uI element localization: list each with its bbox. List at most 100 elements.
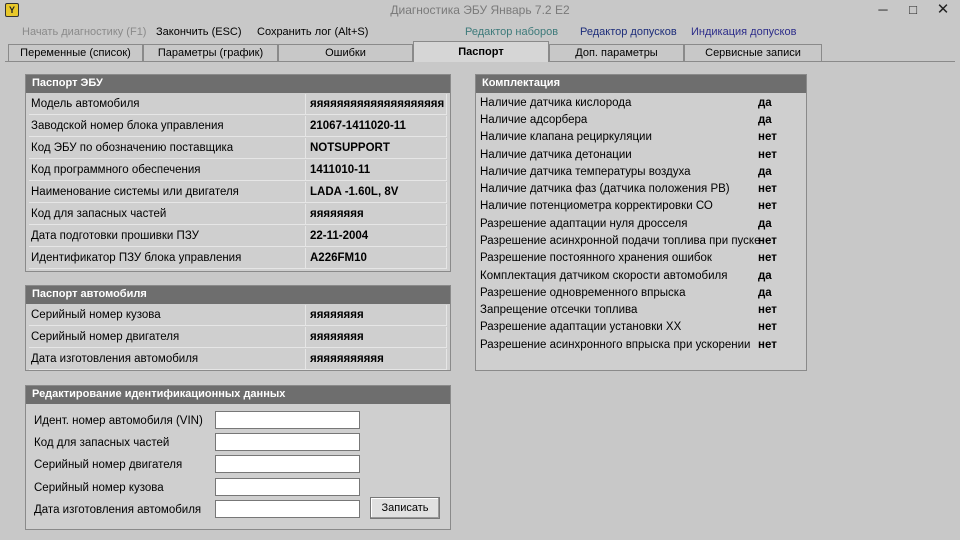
ecu-passport-panel: Паспорт ЭБУ Модель автомобиля яяяяяяяяяя… bbox=[25, 74, 451, 272]
row-label: Заводской номер блока управления bbox=[31, 120, 224, 132]
table-row: Модель автомобиля яяяяяяяяяяяяяяяяяяяя bbox=[29, 94, 447, 115]
row-value: NOTSUPPORT bbox=[310, 142, 390, 154]
field-label: Серийный номер кузова bbox=[34, 482, 164, 494]
tab-extra-parameters[interactable]: Доп. параметры bbox=[549, 44, 684, 61]
ecu-passport-header: Паспорт ЭБУ bbox=[26, 75, 450, 93]
item-label: Наличие датчика фаз (датчика положения Р… bbox=[480, 183, 730, 195]
item-label: Наличие датчика температуры воздуха bbox=[480, 166, 691, 178]
start-diagnostics-menu[interactable]: Начать диагностику (F1) bbox=[22, 26, 146, 38]
row-value: A226FM10 bbox=[310, 252, 367, 264]
item-label: Наличие клапана рециркуляции bbox=[480, 131, 652, 143]
configuration-panel: Комплектация Наличие датчика кислорода да… bbox=[475, 74, 807, 371]
table-row: Код ЭБУ по обозначению поставщика NOTSUP… bbox=[29, 138, 447, 159]
stop-menu[interactable]: Закончить (ESC) bbox=[156, 26, 242, 38]
item-value: нет bbox=[758, 339, 777, 351]
edit-ids-header: Редактирование идентификационных данных bbox=[26, 386, 450, 404]
row-label: Код ЭБУ по обозначению поставщика bbox=[31, 142, 234, 154]
field-label: Серийный номер двигателя bbox=[34, 459, 183, 471]
item-label: Запрещение отсечки топлива bbox=[480, 304, 638, 316]
row-value: яяяяяяяяяяяяяяяяяяяя bbox=[310, 98, 445, 110]
item-label: Разрешение асинхронной подачи топлива пр… bbox=[480, 235, 761, 247]
item-label: Разрешение асинхронного впрыска при уско… bbox=[480, 339, 751, 351]
table-row: Серийный номер кузова яяяяяяяя bbox=[29, 305, 447, 326]
save-log-menu[interactable]: Сохранить лог (Alt+S) bbox=[257, 26, 368, 38]
item-value: нет bbox=[758, 183, 777, 195]
window-title: Диагностика ЭБУ Январь 7.2 Е2 bbox=[390, 3, 570, 17]
vehicle-passport-header: Паспорт автомобиля bbox=[26, 286, 450, 304]
vehicle-passport-panel: Паспорт автомобиля Серийный номер кузова… bbox=[25, 285, 451, 371]
field-label: Код для запасных частей bbox=[34, 437, 170, 449]
manufacture-date-input[interactable] bbox=[215, 500, 360, 518]
row-value: 1411010-11 bbox=[310, 164, 371, 176]
tolerance-display-menu[interactable]: Индикация допусков bbox=[691, 26, 796, 38]
row-value: яяяяяяяя bbox=[310, 331, 364, 343]
row-label: Дата изготовления автомобиля bbox=[31, 353, 199, 365]
item-label: Разрешение адаптации установки XX bbox=[480, 321, 682, 333]
row-label: Код для запасных частей bbox=[31, 208, 167, 220]
item-value: нет bbox=[758, 235, 777, 247]
item-value: да bbox=[758, 287, 772, 299]
configuration-header: Комплектация bbox=[476, 75, 806, 93]
table-row: Дата подготовки прошивки ПЗУ 22-11-2004 bbox=[29, 226, 447, 247]
item-value: нет bbox=[758, 304, 777, 316]
row-label: Серийный номер кузова bbox=[31, 309, 161, 321]
tab-parameters-graph[interactable]: Параметры (график) bbox=[143, 44, 278, 61]
save-button[interactable]: Записать bbox=[370, 497, 440, 519]
table-row: Серийный номер двигателя яяяяяяяя bbox=[29, 327, 447, 348]
item-label: Наличие потенциометра корректировки СО bbox=[480, 200, 713, 212]
minimize-icon[interactable]: ─ bbox=[868, 0, 898, 20]
set-editor-menu[interactable]: Редактор наборов bbox=[465, 26, 558, 38]
title-bar: Y Диагностика ЭБУ Январь 7.2 Е2 ─ □ ✕ bbox=[0, 0, 960, 20]
item-value: нет bbox=[758, 321, 777, 333]
row-label: Наименование системы или двигателя bbox=[31, 186, 239, 198]
item-value: нет bbox=[758, 200, 777, 212]
row-label: Модель автомобиля bbox=[31, 98, 140, 110]
row-value: яяяяяяяя bbox=[310, 208, 364, 220]
item-value: да bbox=[758, 114, 772, 126]
vin-input[interactable] bbox=[215, 411, 360, 429]
field-label: Идент. номер автомобиля (VIN) bbox=[34, 415, 203, 427]
item-label: Наличие адсорбера bbox=[480, 114, 588, 126]
item-label: Разрешение адаптации нуля дросселя bbox=[480, 218, 688, 230]
tab-passport[interactable]: Паспорт bbox=[413, 41, 549, 62]
row-value: 21067-1411020-11 bbox=[310, 120, 406, 132]
edit-ids-panel: Редактирование идентификационных данных … bbox=[25, 385, 451, 530]
table-row: Код программного обеспечения 1411010-11 bbox=[29, 160, 447, 181]
engine-serial-input[interactable] bbox=[215, 455, 360, 473]
row-value: яяяяяяяя bbox=[310, 309, 364, 321]
tab-service-records[interactable]: Сервисные записи bbox=[684, 44, 822, 61]
table-row: Заводской номер блока управления 21067-1… bbox=[29, 116, 447, 137]
item-label: Разрешение постоянного хранения ошибок bbox=[480, 252, 712, 264]
row-label: Код программного обеспечения bbox=[31, 164, 201, 176]
item-label: Разрешение одновременного впрыска bbox=[480, 287, 686, 299]
maximize-icon[interactable]: □ bbox=[898, 0, 928, 20]
tab-errors[interactable]: Ошибки bbox=[278, 44, 413, 61]
row-value: 22-11-2004 bbox=[310, 230, 369, 242]
row-value: LADA -1.60L, 8V bbox=[310, 186, 399, 198]
row-label: Дата подготовки прошивки ПЗУ bbox=[31, 230, 199, 242]
table-row: Дата изготовления автомобиля яяяяяяяяяяя bbox=[29, 349, 447, 370]
item-label: Наличие датчика кислорода bbox=[480, 97, 632, 109]
item-value: да bbox=[758, 97, 772, 109]
item-value: да bbox=[758, 218, 772, 230]
row-label: Идентификатор ПЗУ блока управления bbox=[31, 252, 242, 264]
item-value: да bbox=[758, 166, 772, 178]
menu-bar: Начать диагностику (F1) Закончить (ESC) … bbox=[0, 26, 960, 42]
item-value: нет bbox=[758, 131, 777, 143]
row-value: яяяяяяяяяяя bbox=[310, 353, 384, 365]
table-row: Идентификатор ПЗУ блока управления A226F… bbox=[29, 248, 447, 269]
tolerance-editor-menu[interactable]: Редактор допусков bbox=[580, 26, 677, 38]
item-value: нет bbox=[758, 252, 777, 264]
table-row: Код для запасных частей яяяяяяяя bbox=[29, 204, 447, 225]
row-label: Серийный номер двигателя bbox=[31, 331, 180, 343]
item-label: Комплектация датчиком скорости автомобил… bbox=[480, 270, 728, 282]
tab-variables-list[interactable]: Переменные (список) bbox=[8, 44, 143, 61]
close-icon[interactable]: ✕ bbox=[928, 0, 958, 20]
item-value: нет bbox=[758, 149, 777, 161]
field-label: Дата изготовления автомобиля bbox=[34, 504, 202, 516]
item-value: да bbox=[758, 270, 772, 282]
body-serial-input[interactable] bbox=[215, 478, 360, 496]
item-label: Наличие датчика детонации bbox=[480, 149, 632, 161]
table-row: Наименование системы или двигателя LADA … bbox=[29, 182, 447, 203]
part-code-input[interactable] bbox=[215, 433, 360, 451]
